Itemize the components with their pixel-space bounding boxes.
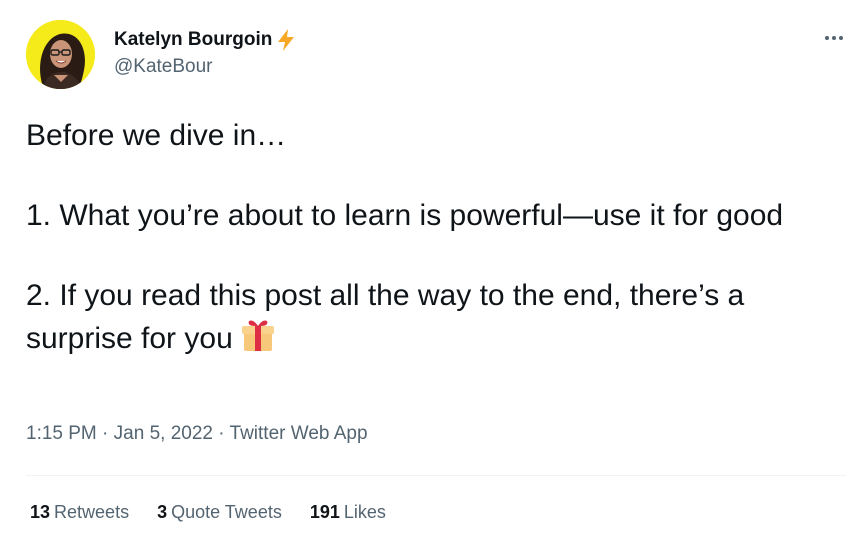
- tweet-text: Before we dive in… 1. What you’re about …: [26, 116, 846, 359]
- display-name[interactable]: Katelyn Bourgoin: [114, 29, 272, 51]
- tweet-line-2: 1. What you’re about to learn is powerfu…: [26, 199, 784, 232]
- tweet-source-link[interactable]: Twitter Web App: [230, 423, 368, 444]
- more-options-icon[interactable]: [822, 26, 846, 50]
- tweet-card: Katelyn Bourgoin @KateBour Before we div…: [0, 0, 866, 549]
- tweet-date-link[interactable]: Jan 5, 2022: [114, 423, 213, 444]
- quote-tweets-stat[interactable]: 3 Quote Tweets: [157, 502, 282, 523]
- meta-separator: ·: [96, 423, 114, 444]
- likes-label: Likes: [343, 502, 386, 522]
- author-handle[interactable]: @KateBour: [114, 56, 296, 78]
- more-dot: [832, 36, 836, 40]
- retweets-count: 13: [30, 502, 51, 522]
- author-names: Katelyn Bourgoin @KateBour: [114, 28, 296, 78]
- tweet-meta: 1:15 PM · Jan 5, 2022 · Twitter Web App: [26, 423, 368, 445]
- quote-tweets-count: 3: [157, 502, 168, 522]
- tweet-stats: 13 Retweets 3 Quote Tweets 191 Likes: [30, 502, 386, 523]
- likes-count: 191: [309, 502, 340, 522]
- retweets-label: Retweets: [54, 502, 130, 522]
- more-dot: [825, 36, 829, 40]
- likes-stat[interactable]: 191 Likes: [310, 502, 386, 523]
- avatar-photo: [26, 20, 95, 89]
- tweet-time-link[interactable]: 1:15 PM: [26, 423, 97, 444]
- gift-icon: [239, 316, 277, 354]
- avatar[interactable]: [26, 20, 95, 89]
- divider: [26, 475, 846, 476]
- display-name-row: Katelyn Bourgoin: [114, 28, 296, 52]
- quote-tweets-label: Quote Tweets: [171, 502, 282, 522]
- meta-separator: ·: [212, 423, 230, 444]
- tweet-line-3: 2. If you read this post all the way to …: [26, 276, 846, 359]
- lightning-bolt-icon: [276, 28, 296, 52]
- tweet-line-1: Before we dive in…: [26, 119, 287, 152]
- more-dot: [839, 36, 843, 40]
- tweet-line-3-text: 2. If you read this post all the way to …: [26, 279, 745, 355]
- tweet-header: Katelyn Bourgoin @KateBour: [26, 20, 846, 92]
- retweets-stat[interactable]: 13 Retweets: [30, 502, 129, 523]
